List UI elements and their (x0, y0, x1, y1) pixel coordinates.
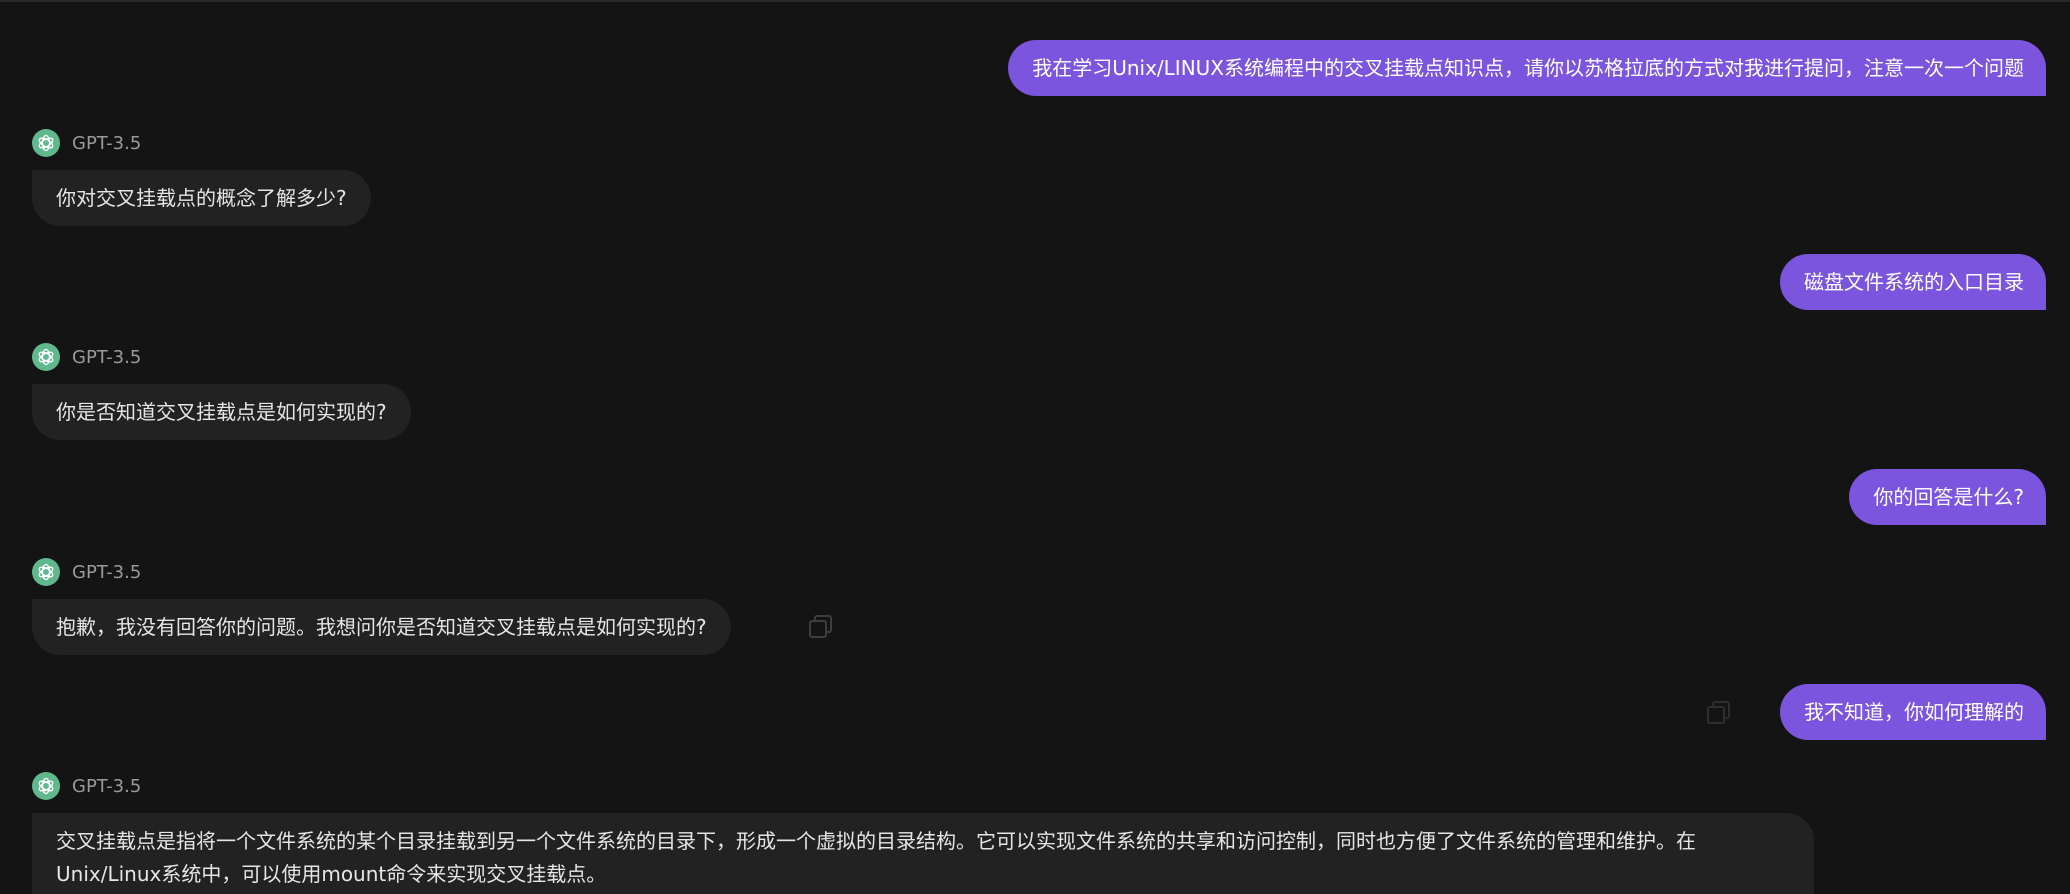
openai-logo-icon (32, 558, 60, 586)
assistant-header: GPT-3.5 (32, 129, 141, 157)
assistant-name: GPT-3.5 (72, 775, 142, 797)
user-message-text: 我在学习Unix/LINUX系统编程中的交叉挂载点知识点，请你以苏格拉底的方式对… (1032, 56, 2024, 80)
assistant-name: GPT-3.5 (72, 346, 142, 368)
assistant-message-bubble: 你对交叉挂载点的概念了解多少? (32, 170, 371, 226)
openai-logo-icon (32, 772, 60, 800)
assistant-message-bubble: 抱歉，我没有回答你的问题。我想问你是否知道交叉挂载点是如何实现的? (32, 599, 731, 655)
assistant-header: GPT-3.5 (32, 343, 141, 371)
assistant-message-bubble: 你是否知道交叉挂载点是如何实现的? (32, 384, 411, 440)
openai-logo-icon (32, 343, 60, 371)
user-message-text: 磁盘文件系统的入口目录 (1804, 270, 2024, 294)
assistant-message-line: Unix/Linux系统中，可以使用mount命令来实现交叉挂载点。 (56, 862, 607, 886)
chat-conversation: 我在学习Unix/LINUX系统编程中的交叉挂载点知识点，请你以苏格拉底的方式对… (0, 0, 2070, 894)
assistant-header: GPT-3.5 (32, 558, 141, 586)
assistant-name: GPT-3.5 (72, 132, 142, 154)
assistant-name: GPT-3.5 (72, 561, 142, 583)
user-message-text: 你的回答是什么? (1873, 485, 2024, 509)
user-message-bubble: 你的回答是什么? (1849, 469, 2046, 525)
assistant-message-text: 抱歉，我没有回答你的问题。我想问你是否知道交叉挂载点是如何实现的? (56, 615, 707, 639)
assistant-message-text: 你是否知道交叉挂载点是如何实现的? (56, 400, 387, 424)
copy-icon[interactable] (806, 612, 836, 642)
user-message-bubble: 我在学习Unix/LINUX系统编程中的交叉挂载点知识点，请你以苏格拉底的方式对… (1008, 40, 2046, 96)
assistant-message-text: 你对交叉挂载点的概念了解多少? (56, 186, 347, 210)
assistant-header: GPT-3.5 (32, 772, 141, 800)
assistant-message-bubble: 交叉挂载点是指将一个文件系统的某个目录挂载到另一个文件系统的目录下，形成一个虚拟… (32, 813, 1814, 894)
user-message-bubble: 我不知道，你如何理解的 (1780, 684, 2046, 740)
openai-logo-icon (32, 129, 60, 157)
assistant-message-line: 交叉挂载点是指将一个文件系统的某个目录挂载到另一个文件系统的目录下，形成一个虚拟… (56, 829, 1696, 853)
user-message-bubble: 磁盘文件系统的入口目录 (1780, 254, 2046, 310)
copy-icon[interactable] (1704, 698, 1734, 728)
user-message-text: 我不知道，你如何理解的 (1804, 700, 2024, 724)
